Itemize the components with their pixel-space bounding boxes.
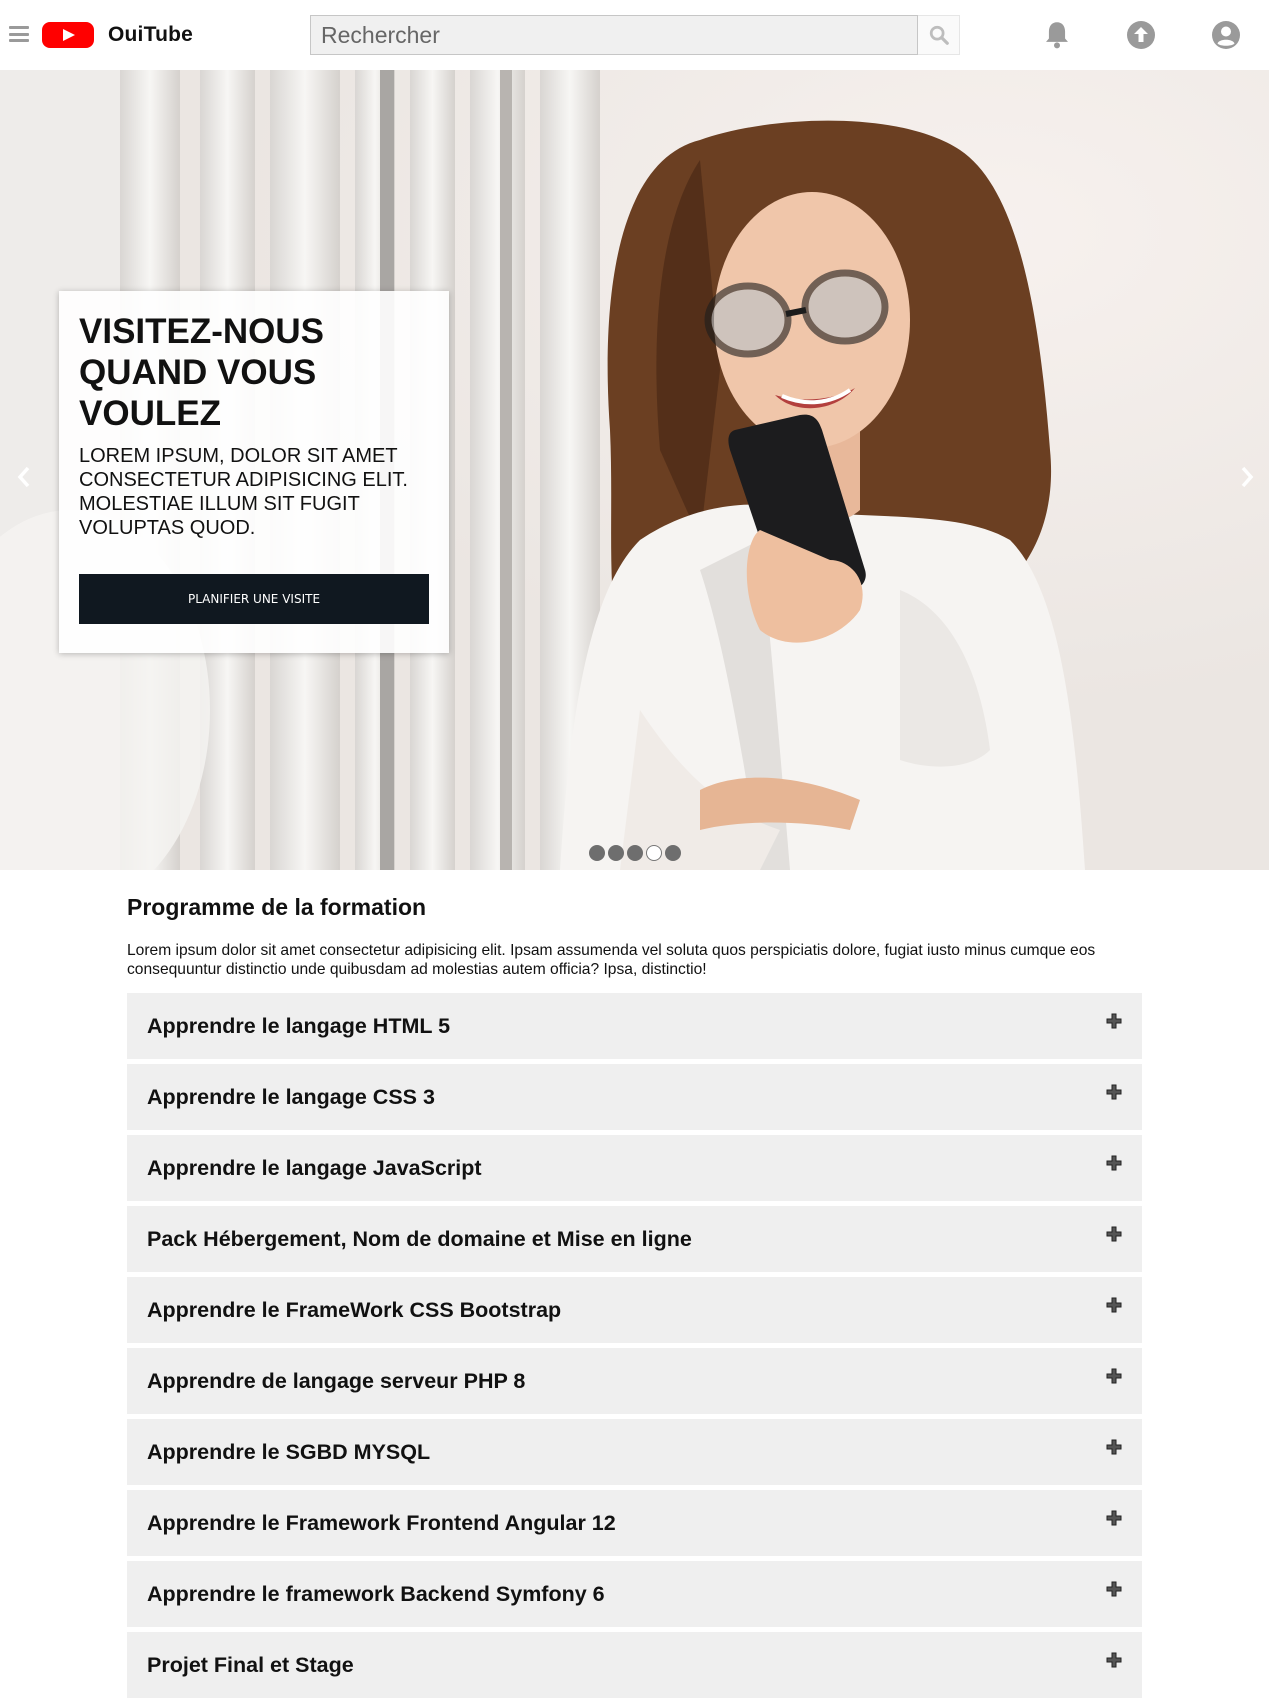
programme-title: Programme de la formation (127, 894, 427, 920)
search-box (310, 15, 918, 55)
accordion-item-label: Apprendre le langage HTML 5 (147, 1014, 451, 1038)
carousel-dot-5[interactable] (665, 845, 681, 861)
programme-section: Programme de la formation Lorem ipsum do… (127, 893, 1142, 1698)
accordion-item-label: Apprendre le langage JavaScript (147, 1156, 482, 1180)
chevron-right-icon (1241, 466, 1254, 488)
accordion-item-label: Apprendre le framework Backend Symfony 6 (147, 1582, 605, 1606)
hero-title: VISITEZ-NOUS QUAND VOUS VOULEZ (79, 312, 325, 433)
accordion-item[interactable]: Apprendre le Framework Frontend Angular … (127, 1490, 1142, 1556)
bell-icon (1046, 22, 1068, 49)
accordion-item-label: Apprendre le SGBD MYSQL (147, 1440, 431, 1464)
search-icon (929, 25, 949, 45)
plus-icon[interactable] (1106, 1084, 1122, 1100)
accordion-item[interactable]: Projet Final et Stage (127, 1632, 1142, 1698)
upload-icon (1127, 21, 1155, 49)
search-button[interactable] (918, 15, 960, 55)
menu-icon[interactable] (9, 26, 29, 42)
play-logo-icon[interactable] (42, 22, 94, 48)
accordion-item[interactable]: Apprendre le SGBD MYSQL (127, 1419, 1142, 1485)
carousel-prev-button[interactable] (9, 462, 39, 492)
carousel-dot-3[interactable] (627, 845, 643, 861)
accordion-item-label: Apprendre le langage CSS 3 (147, 1085, 435, 1109)
carousel-dot-4[interactable] (646, 845, 662, 861)
plus-icon[interactable] (1106, 1013, 1122, 1029)
brand-name[interactable]: OuiTube (108, 23, 193, 47)
hero-caption: VISITEZ-NOUS QUAND VOUS VOULEZ LOREM IPS… (59, 291, 449, 653)
accordion-item-label: Pack Hébergement, Nom de domaine et Mise… (147, 1227, 692, 1251)
accordion-item-label: Apprendre le FrameWork CSS Bootstrap (147, 1298, 562, 1322)
programme-intro: Lorem ipsum dolor sit amet consectetur a… (127, 942, 1096, 978)
accordion-item[interactable]: Apprendre le langage HTML 5 (127, 993, 1142, 1059)
plus-icon[interactable] (1106, 1226, 1122, 1242)
plus-icon[interactable] (1106, 1581, 1122, 1597)
accordion-item[interactable]: Apprendre de langage serveur PHP 8 (127, 1348, 1142, 1414)
account-button[interactable] (1210, 19, 1242, 51)
search-input[interactable] (311, 16, 917, 54)
accordion-item[interactable]: Pack Hébergement, Nom de domaine et Mise… (127, 1206, 1142, 1272)
chevron-left-icon (17, 466, 30, 488)
carousel-indicators (589, 845, 681, 861)
accordion-item-label: Projet Final et Stage (147, 1653, 354, 1677)
programme-accordion: Apprendre le langage HTML 5 Apprendre le… (127, 993, 1142, 1703)
carousel-dot-1[interactable] (589, 845, 605, 861)
plan-visit-button[interactable]: PLANIFIER UNE VISITE (79, 574, 429, 624)
hero-carousel: VISITEZ-NOUS QUAND VOUS VOULEZ LOREM IPS… (0, 70, 1269, 870)
notifications-button[interactable] (1041, 19, 1073, 51)
accordion-item-label: Apprendre le Framework Frontend Angular … (147, 1511, 616, 1535)
plus-icon[interactable] (1106, 1297, 1122, 1313)
accordion-item-label: Apprendre de langage serveur PHP 8 (147, 1369, 526, 1393)
plus-icon[interactable] (1106, 1155, 1122, 1171)
carousel-next-button[interactable] (1232, 462, 1262, 492)
accordion-item[interactable]: Apprendre le langage CSS 3 (127, 1064, 1142, 1130)
accordion-item[interactable]: Apprendre le framework Backend Symfony 6 (127, 1561, 1142, 1627)
plus-icon[interactable] (1106, 1368, 1122, 1384)
top-header: OuiTube (0, 0, 1269, 70)
plus-icon[interactable] (1106, 1652, 1122, 1668)
carousel-dot-2[interactable] (608, 845, 624, 861)
plus-icon[interactable] (1106, 1439, 1122, 1455)
accordion-item[interactable]: Apprendre le langage JavaScript (127, 1135, 1142, 1201)
plus-icon[interactable] (1106, 1510, 1122, 1526)
account-icon (1212, 21, 1240, 49)
accordion-item[interactable]: Apprendre le FrameWork CSS Bootstrap (127, 1277, 1142, 1343)
hero-text: LOREM IPSUM, DOLOR SIT AMET CONSECTETUR … (79, 445, 408, 539)
upload-button[interactable] (1125, 19, 1157, 51)
